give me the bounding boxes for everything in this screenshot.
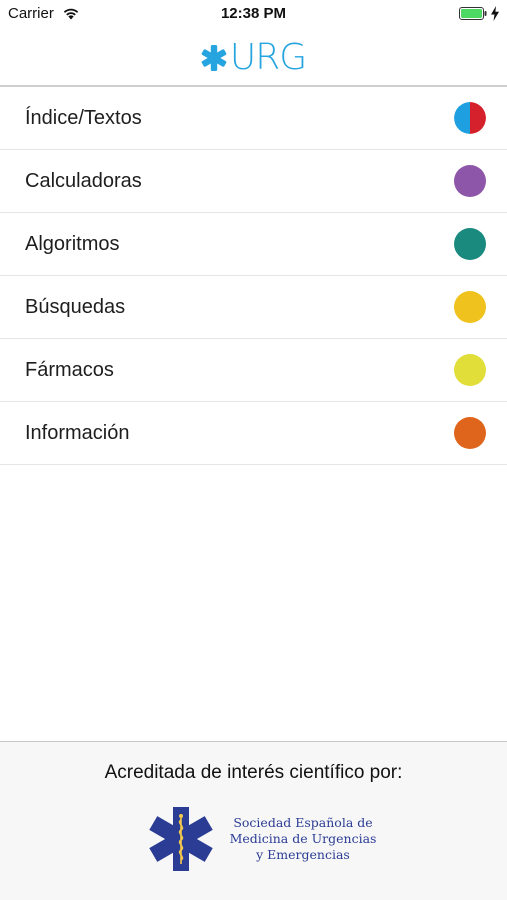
menu-item-indice-textos[interactable]: Índice/Textos — [0, 87, 507, 150]
split-color-dot-icon — [454, 102, 486, 134]
nav-header: URG — [0, 30, 507, 87]
dot-left-half — [454, 102, 470, 134]
battery-icon — [459, 7, 487, 20]
color-dot-icon — [454, 354, 486, 386]
dot-right-half — [470, 102, 486, 134]
organization-line: Sociedad Española de — [233, 815, 373, 830]
menu-item-label: Índice/Textos — [25, 106, 142, 129]
menu-item-calculadoras[interactable]: Calculadoras — [0, 150, 507, 213]
organization-name: Sociedad Española de Medicina de Urgenci… — [228, 815, 378, 863]
menu-item-busquedas[interactable]: Búsquedas — [0, 276, 507, 339]
menu-item-informacion[interactable]: Información — [0, 402, 507, 465]
menu-item-label: Búsquedas — [25, 295, 126, 318]
menu-item-label: Fármacos — [25, 358, 114, 381]
app-logo: URG — [201, 37, 307, 78]
color-dot-icon — [454, 228, 486, 260]
menu-item-algoritmos[interactable]: Algoritmos — [0, 213, 507, 276]
status-bar: Carrier 12:38 PM — [0, 0, 507, 30]
menu-item-farmacos[interactable]: Fármacos — [0, 339, 507, 402]
color-dot-icon — [454, 165, 486, 197]
organization-line: Medicina de Urgencias — [229, 831, 377, 846]
accreditation-text: Acreditada de interés científico por: — [104, 762, 403, 783]
app-screen: Carrier 12:38 PM URG Índice/Textos Calcu… — [0, 0, 507, 900]
status-time: 12:38 PM — [220, 5, 287, 22]
color-dot-icon — [454, 291, 486, 323]
footer-accreditation: Acreditada de interés científico por: So… — [0, 741, 507, 900]
main-menu: Índice/Textos Calculadoras Algoritmos Bú… — [0, 87, 507, 465]
star-of-life-icon — [149, 807, 213, 871]
menu-item-label: Información — [25, 421, 130, 444]
menu-item-label: Algoritmos — [25, 232, 120, 255]
color-dot-icon — [454, 417, 486, 449]
charging-bolt-icon — [491, 6, 499, 21]
logo-text: URG — [229, 37, 307, 78]
menu-item-label: Calculadoras — [25, 169, 142, 192]
organization-line: y Emergencias — [256, 847, 350, 862]
asterisk-star-icon — [201, 44, 227, 71]
